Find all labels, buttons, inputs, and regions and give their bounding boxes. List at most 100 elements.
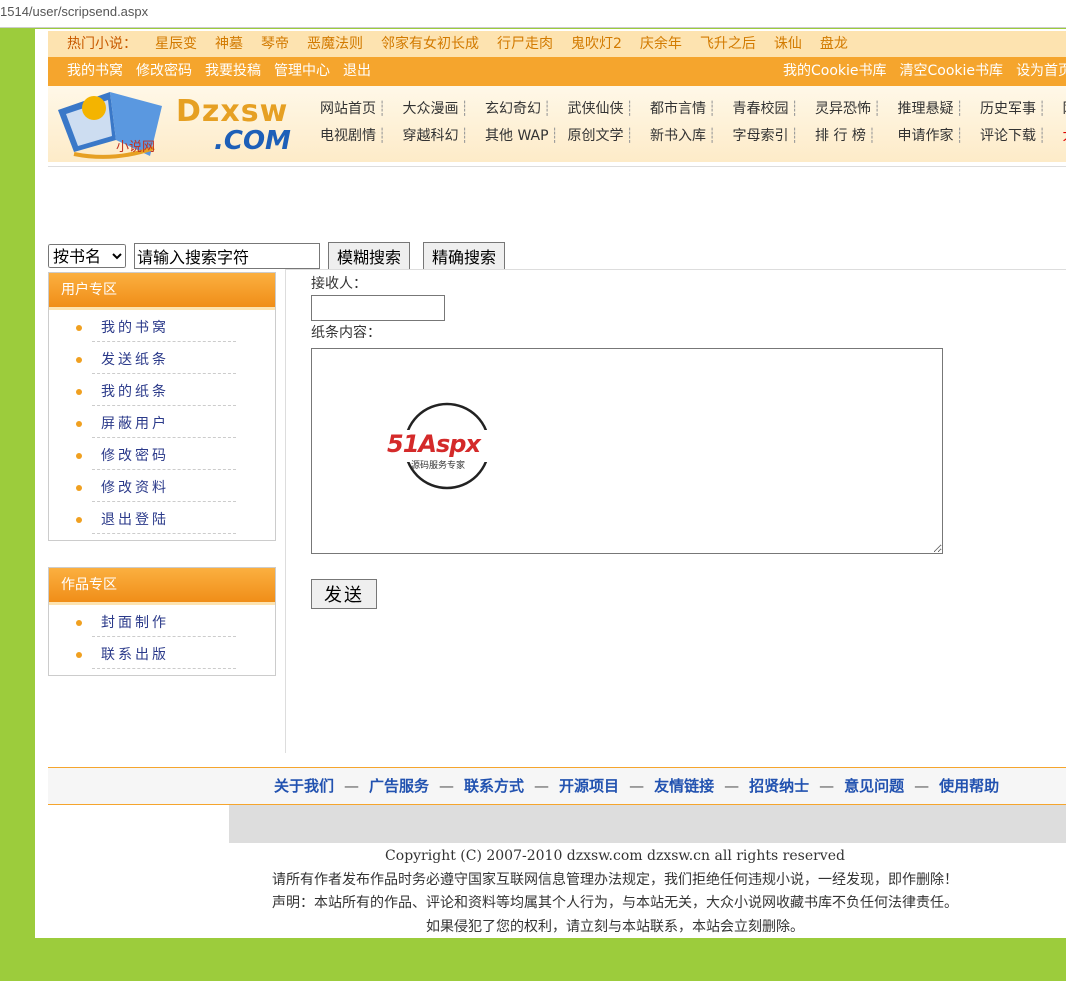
nav-link[interactable]: 网游 <box>1063 96 1066 123</box>
hot-novel-link[interactable]: 飞升之后 <box>700 36 756 52</box>
footer-separator: — <box>629 777 645 795</box>
set-homepage-link[interactable]: 设为首页 <box>1016 63 1066 79</box>
footer-separator: — <box>819 777 835 795</box>
hot-novel-link[interactable]: 琴帝 <box>261 36 289 52</box>
footer-separator: — <box>344 777 360 795</box>
footer-friendlinks-link[interactable]: 友情链接 <box>654 777 714 795</box>
hot-novel-link[interactable]: 盘龙 <box>820 36 848 52</box>
my-bookshelf-link[interactable]: 我的书窝 <box>67 63 123 79</box>
nav-link[interactable]: 大 <box>1063 123 1066 150</box>
user-menu-block-users[interactable]: 屏蔽用户 <box>76 406 236 438</box>
hot-novel-link[interactable]: 诛仙 <box>774 36 802 52</box>
works-menu-contact-publish[interactable]: 联系出版 <box>76 637 236 669</box>
clear-cookie-library-link[interactable]: 清空Cookie书库 <box>900 63 1004 79</box>
site-header: Dzxsw .COM 小说网 网站首页大众漫画玄幻奇幻武侠仙侠都市言情青春校园灵… <box>48 86 1066 162</box>
main-nav: 网站首页大众漫画玄幻奇幻武侠仙侠都市言情青春校园灵异恐怖推理悬疑历史军事网游 电… <box>320 96 1066 150</box>
page: 热门小说： 星辰变 神墓 琴帝 恶魔法则 邻家有女初长成 行尸走肉 鬼吹灯2 庆余年 飞升之后 诛仙… <box>35 29 1066 938</box>
logo-text: Dzxsw <box>176 94 289 129</box>
user-menu-change-password[interactable]: 修改密码 <box>76 438 236 470</box>
exact-search-button[interactable]: 精确搜索 <box>423 242 506 270</box>
footer-opensource-link[interactable]: 开源项目 <box>559 777 619 795</box>
site-logo[interactable]: Dzxsw .COM 小说网 <box>54 88 306 160</box>
book-logo-icon <box>58 92 162 159</box>
user-menu-my-notes[interactable]: 我的纸条 <box>76 374 236 406</box>
content-left-border <box>285 269 286 753</box>
footer-copyright: Copyright (C) 2007-2010 dzxsw.com dzxsw.… <box>35 845 1066 938</box>
send-note-form: 接收人： 纸条内容： 51Aspx 源码服务专家 发送 <box>311 273 943 609</box>
user-menu-logout[interactable]: 退出登陆 <box>76 502 236 534</box>
header-divider <box>48 166 1066 167</box>
hot-novel-link[interactable]: 邻家有女初长成 <box>381 36 479 52</box>
nav-link[interactable]: 网站首页 <box>320 96 403 123</box>
nav-link[interactable]: 都市言情 <box>650 96 733 123</box>
nav-link[interactable]: 推理悬疑 <box>898 96 981 123</box>
infringement-text: 如果侵犯了您的权利，请立刻与本站联系，本站会立刻删除。 <box>426 918 804 935</box>
hot-novel-link[interactable]: 神墓 <box>215 36 243 52</box>
footer-jobs-link[interactable]: 招贤纳士 <box>749 777 809 795</box>
footer-about-link[interactable]: 关于我们 <box>274 777 334 795</box>
user-menu-my-bookshelf[interactable]: 我的书窝 <box>76 310 236 342</box>
footer-separator: — <box>914 777 930 795</box>
nav-link[interactable]: 其他 WAP <box>485 123 568 150</box>
hot-novels-bar: 热门小说： 星辰变 神墓 琴帝 恶魔法则 邻家有女初长成 行尸走肉 鬼吹灯2 庆余年 飞升之后 诛仙… <box>48 31 1066 57</box>
works-zone-title: 作品专区 <box>49 568 275 605</box>
nav-link[interactable]: 青春校园 <box>733 96 816 123</box>
cookie-library-link[interactable]: 我的Cookie书库 <box>783 63 887 79</box>
footer-help-link[interactable]: 使用帮助 <box>939 777 999 795</box>
user-menu-edit-profile[interactable]: 修改资料 <box>76 470 236 502</box>
submit-manuscript-link[interactable]: 我要投稿 <box>205 63 261 79</box>
change-password-link[interactable]: 修改密码 <box>136 63 192 79</box>
receiver-label: 接收人： <box>311 276 367 292</box>
footer-separator: — <box>724 777 740 795</box>
nav-link[interactable]: 穿越科幻 <box>403 123 486 150</box>
nav-link[interactable]: 申请作家 <box>898 123 981 150</box>
logo-domain-text: .COM <box>214 126 291 156</box>
works-zone-box: 作品专区 封面制作 联系出版 <box>48 567 276 676</box>
fuzzy-search-button[interactable]: 模糊搜索 <box>328 242 411 270</box>
address-bar[interactable]: 1514/user/scripsend.aspx <box>0 0 1066 28</box>
url-text: 1514/user/scripsend.aspx <box>0 4 149 19</box>
hot-novels-label: 热门小说： <box>67 36 137 52</box>
works-menu-cover-design[interactable]: 封面制作 <box>76 605 236 637</box>
nav-link[interactable]: 武侠仙侠 <box>568 96 651 123</box>
watermark-logo: 51Aspx 源码服务专家 <box>385 400 513 492</box>
watermark-subtext: 源码服务专家 <box>411 461 466 471</box>
footer-ads-link[interactable]: 广告服务 <box>369 777 429 795</box>
nav-link[interactable]: 大众漫画 <box>403 96 486 123</box>
nav-link[interactable]: 字母索引 <box>733 123 816 150</box>
watermark-text: 51Aspx <box>387 430 481 458</box>
search-input[interactable] <box>134 243 320 269</box>
nav-link[interactable]: 新书入库 <box>650 123 733 150</box>
nav-link[interactable]: 玄幻奇幻 <box>485 96 568 123</box>
copyright-text: Copyright (C) 2007-2010 dzxsw.com dzxsw.… <box>385 848 845 864</box>
footer-feedback-link[interactable]: 意见问题 <box>844 777 904 795</box>
nav-link[interactable]: 排 行 榜 <box>815 123 898 150</box>
user-zone-title: 用户专区 <box>49 273 275 310</box>
watermark-brand-text: 51Aspx <box>387 430 481 458</box>
footer-grey-bar <box>229 805 1066 843</box>
admin-center-link[interactable]: 管理中心 <box>274 63 330 79</box>
hot-novel-link[interactable]: 鬼吹灯2 <box>571 36 622 52</box>
footer-contact-link[interactable]: 联系方式 <box>464 777 524 795</box>
top-nav: 我的书窝 修改密码 我要投稿 管理中心 退出 我的Cookie书库 清空Cookie书库设… <box>48 57 1066 86</box>
nav-link[interactable]: 电视剧情 <box>320 123 403 150</box>
logo-caption: 小说网 <box>116 140 156 155</box>
hot-novel-link[interactable]: 星辰变 <box>155 36 197 52</box>
nav-link[interactable]: 原创文学 <box>568 123 651 150</box>
hot-novel-link[interactable]: 庆余年 <box>640 36 682 52</box>
nav-link[interactable]: 评论下载 <box>980 123 1063 150</box>
receiver-input[interactable] <box>311 295 445 321</box>
search-type-select[interactable]: 按书名 <box>48 244 126 268</box>
nav-link[interactable]: 灵异恐怖 <box>815 96 898 123</box>
send-button[interactable]: 发送 <box>311 579 377 609</box>
hot-novel-link[interactable]: 恶魔法则 <box>307 36 363 52</box>
nav-link[interactable]: 历史军事 <box>980 96 1063 123</box>
footer-separator: — <box>534 777 550 795</box>
logout-link[interactable]: 退出 <box>343 63 371 79</box>
footer-nav: 关于我们 — 广告服务 — 联系方式 — 开源项目 — 友情链接 — 招贤纳士 — 意见问题 — 使用帮助 <box>48 767 1066 805</box>
user-menu-send-note[interactable]: 发送纸条 <box>76 342 236 374</box>
user-zone-box: 用户专区 我的书窝 发送纸条 我的纸条 屏蔽用户 修改密码 修改资料 退出登陆 <box>48 272 276 541</box>
hot-novel-link[interactable]: 行尸走肉 <box>497 36 553 52</box>
content-label: 纸条内容： <box>311 325 381 341</box>
notice-text: 请所有作者发布作品时务必遵守国家互联网信息管理办法规定，我们拒绝任何违规小说，一… <box>272 871 958 888</box>
